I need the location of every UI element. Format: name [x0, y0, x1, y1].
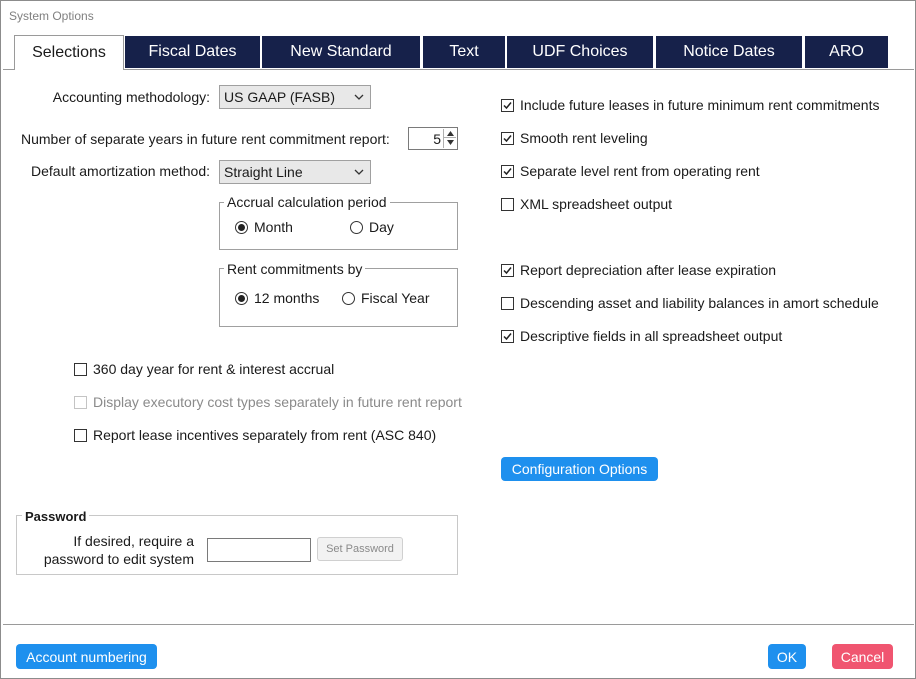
cancel-button[interactable]: Cancel — [832, 644, 893, 669]
radio-unselected-icon — [350, 220, 363, 234]
checkbox-label: Display executory cost types separately … — [93, 394, 462, 410]
tab-fiscal-dates[interactable]: Fiscal Dates — [125, 36, 260, 68]
checkbox-label: Separate level rent from operating rent — [520, 163, 760, 179]
password-desc-line1: If desired, require a — [73, 533, 194, 549]
tab-divider — [3, 69, 914, 70]
password-title: Password — [22, 509, 90, 524]
checkbox-separate-level-rent[interactable]: Separate level rent from operating rent — [501, 163, 760, 179]
checkbox-lease-incentives[interactable]: Report lease incentives separately from … — [74, 427, 436, 443]
accrual-day-radio[interactable]: Day — [350, 219, 394, 235]
amortization-method-label: Default amortization method: — [31, 163, 210, 179]
checkbox-checked-icon — [501, 329, 514, 343]
title-bar: System Options — [1, 1, 915, 31]
rent-12-months-radio[interactable]: 12 months — [235, 290, 319, 306]
chevron-down-icon — [354, 94, 364, 100]
checkbox-smooth-rent-leveling[interactable]: Smooth rent leveling — [501, 130, 648, 146]
password-input[interactable] — [207, 538, 311, 562]
tab-notice-dates[interactable]: Notice Dates — [656, 36, 802, 68]
future-years-stepper[interactable]: 5 — [408, 127, 458, 150]
checkbox-unchecked-icon — [501, 296, 514, 310]
future-years-label: Number of separate years in future rent … — [21, 131, 390, 147]
checkbox-label: XML spreadsheet output — [520, 196, 673, 212]
rent-fiscal-year-label: Fiscal Year — [361, 290, 430, 306]
set-password-button[interactable]: Set Password — [317, 537, 403, 561]
future-years-value: 5 — [433, 131, 441, 147]
checkbox-checked-icon — [501, 98, 514, 112]
radio-unselected-icon — [342, 291, 355, 305]
tab-new-standard[interactable]: New Standard — [262, 36, 420, 68]
window-title: System Options — [9, 9, 94, 23]
accrual-day-label: Day — [369, 219, 394, 235]
tab-bar: Selections Fiscal Dates New Standard Tex… — [4, 35, 914, 71]
rent-fiscal-year-radio[interactable]: Fiscal Year — [342, 290, 429, 306]
password-desc-line2: password to edit system — [43, 551, 194, 567]
password-description: If desired, require a password to edit s… — [44, 532, 194, 568]
checkbox-unchecked-icon — [74, 362, 87, 376]
checkbox-include-future-leases[interactable]: Include future leases in future minimum … — [501, 97, 879, 113]
tab-udf-choices[interactable]: UDF Choices — [507, 36, 653, 68]
checkbox-report-depreciation[interactable]: Report depreciation after lease expirati… — [501, 262, 776, 278]
tab-selections[interactable]: Selections — [14, 35, 124, 70]
checkbox-label: Descriptive fields in all spreadsheet ou… — [520, 328, 783, 344]
checkbox-label: 360 day year for rent & interest accrual — [93, 361, 335, 377]
checkbox-descending-balances[interactable]: Descending asset and liability balances … — [501, 295, 879, 311]
radio-selected-icon — [235, 291, 248, 305]
checkbox-label: Smooth rent leveling — [520, 130, 648, 146]
checkbox-label: Report lease incentives separately from … — [93, 427, 437, 443]
checkbox-unchecked-icon — [501, 197, 514, 211]
system-options-dialog: System Options Selections Fiscal Dates N… — [0, 0, 916, 679]
amortization-method-select[interactable]: Straight Line — [219, 160, 371, 184]
tab-text[interactable]: Text — [423, 36, 505, 68]
checkbox-xml-spreadsheet-output[interactable]: XML spreadsheet output — [501, 196, 672, 212]
footer-divider — [3, 624, 914, 625]
account-numbering-button[interactable]: Account numbering — [16, 644, 157, 669]
chevron-down-icon — [354, 169, 364, 175]
accrual-month-label: Month — [254, 219, 293, 235]
accrual-month-radio[interactable]: Month — [235, 219, 293, 235]
checkbox-disabled-icon — [74, 395, 87, 409]
checkbox-checked-icon — [501, 131, 514, 145]
checkbox-label: Include future leases in future minimum … — [520, 97, 880, 113]
rent-commitments-title: Rent commitments by — [224, 261, 366, 277]
accounting-methodology-value: US GAAP (FASB) — [224, 89, 335, 105]
accrual-period-title: Accrual calculation period — [224, 194, 390, 210]
stepper-up-icon[interactable] — [444, 129, 456, 138]
radio-selected-icon — [235, 220, 248, 234]
amortization-method-value: Straight Line — [224, 164, 303, 180]
checkbox-descriptive-fields[interactable]: Descriptive fields in all spreadsheet ou… — [501, 328, 782, 344]
accounting-methodology-select[interactable]: US GAAP (FASB) — [219, 85, 371, 109]
checkbox-label: Report depreciation after lease expirati… — [520, 262, 777, 278]
rent-12-months-label: 12 months — [254, 290, 320, 306]
checkbox-checked-icon — [501, 164, 514, 178]
checkbox-unchecked-icon — [74, 428, 87, 442]
configuration-options-button[interactable]: Configuration Options — [501, 457, 658, 481]
ok-button[interactable]: OK — [768, 644, 806, 669]
accounting-methodology-label: Accounting methodology: — [52, 89, 210, 105]
checkbox-label: Descending asset and liability balances … — [520, 295, 879, 311]
checkbox-executory-cost-types: Display executory cost types separately … — [74, 394, 462, 410]
stepper-down-icon[interactable] — [444, 138, 456, 147]
tab-aro[interactable]: ARO — [805, 36, 888, 68]
stepper-arrows — [443, 129, 456, 148]
checkbox-360-day-year[interactable]: 360 day year for rent & interest accrual — [74, 361, 334, 377]
checkbox-checked-icon — [501, 263, 514, 277]
